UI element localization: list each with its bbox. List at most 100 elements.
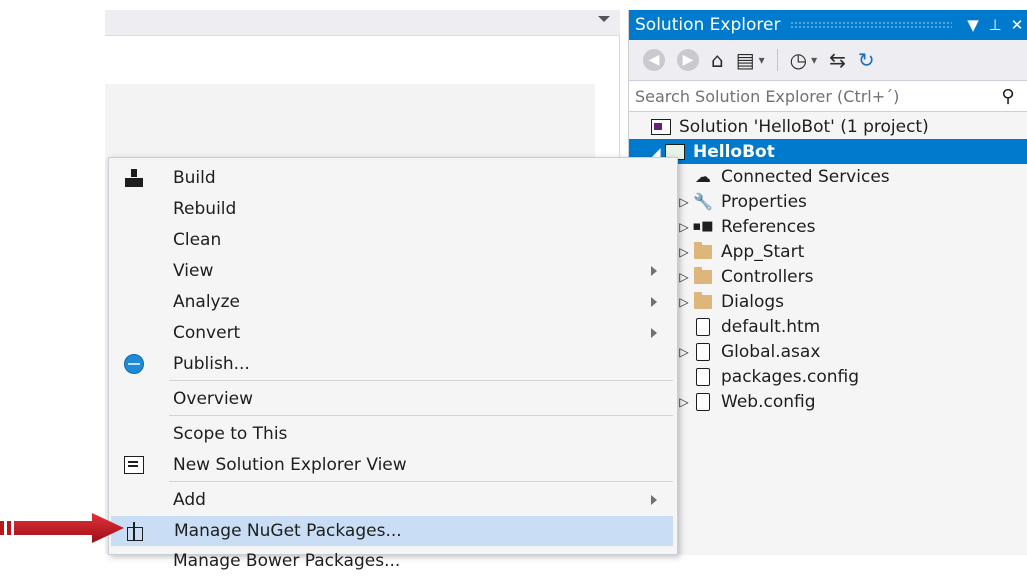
menu-item-label: Manage NuGet Packages...	[174, 521, 402, 541]
search-icon[interactable]: ⚲	[988, 86, 1027, 107]
expand-icon[interactable]: ▷	[677, 245, 691, 259]
tree-item-properties[interactable]: ▷ 🔧 Properties	[677, 189, 807, 214]
menu-item-publish[interactable]: Publish...	[109, 349, 675, 379]
tree-item-app-start[interactable]: ▷ App_Start	[677, 239, 804, 264]
menu-item-view[interactable]: View	[109, 256, 675, 286]
solution-explorer-search: ⚲	[629, 80, 1027, 112]
menu-separator	[169, 481, 673, 482]
connected-services-icon: ☁	[695, 167, 711, 186]
titlebar-grip[interactable]	[790, 21, 952, 29]
menu-item-clean[interactable]: Clean	[109, 225, 675, 255]
menu-item-add[interactable]: Add	[109, 485, 675, 515]
tree-item-global-asax[interactable]: ▷ Global.asax	[677, 339, 820, 364]
menu-item-label: Convert	[173, 323, 241, 343]
menu-item-manage-bower-packages[interactable]: Manage Bower Packages...	[109, 546, 675, 576]
tree-item-label: Properties	[721, 191, 807, 212]
menu-item-label: View	[173, 261, 214, 281]
tree-item-label: App_Start	[721, 241, 805, 262]
tree-item-packages-config[interactable]: packages.config	[677, 364, 859, 389]
pin-icon[interactable]: ⊥	[984, 16, 1006, 34]
menu-item-overview[interactable]: Overview	[109, 384, 675, 414]
annotation-arrow-icon	[0, 513, 124, 543]
tree-item-dialogs[interactable]: ▷ Dialogs	[677, 289, 784, 314]
new-view-icon	[121, 453, 147, 477]
menu-item-scope-to-this[interactable]: Scope to This	[109, 419, 675, 449]
tree-item-controllers[interactable]: ▷ Controllers	[677, 264, 813, 289]
menu-item-label: Build	[173, 168, 216, 188]
filter-dropdown-icon[interactable]: ▾	[811, 53, 817, 67]
tree-item-label: default.htm	[721, 316, 821, 337]
menu-item-label: Analyze	[173, 292, 240, 312]
menu-item-rebuild[interactable]: Rebuild	[109, 194, 675, 224]
wrench-icon: 🔧	[693, 192, 713, 211]
submenu-arrow-icon	[651, 297, 657, 307]
submenu-arrow-icon	[651, 495, 657, 505]
editor-tab-bar	[105, 10, 620, 36]
back-icon[interactable]: ◀	[643, 49, 665, 71]
solution-explorer-title: Solution Explorer	[635, 15, 781, 35]
tree-item-label: HelloBot	[693, 141, 775, 162]
sync-active-document-icon[interactable]: ⇆	[829, 48, 846, 72]
menu-item-label: Rebuild	[173, 199, 237, 219]
config-file-icon	[691, 392, 715, 412]
menu-item-label: Add	[173, 490, 206, 510]
tree-item-default-htm[interactable]: default.htm	[677, 314, 820, 339]
menu-item-label: Scope to This	[173, 424, 288, 444]
solution-icon	[649, 117, 673, 137]
toolbar-separator	[776, 49, 778, 71]
tree-item-connected-services[interactable]: ☁ Connected Services	[677, 164, 890, 189]
expand-icon[interactable]: ▷	[677, 220, 691, 234]
references-icon: ▪■	[692, 219, 714, 234]
solution-explorer-toolbar: ◀ ▶ ⌂ ▤ ▾ ◷ ▾ ⇆ ↻	[629, 40, 1027, 80]
tree-item-label: Web.config	[721, 391, 816, 412]
tree-item-label: packages.config	[721, 366, 860, 387]
tree-item-label: Dialogs	[721, 291, 785, 312]
solution-explorer-panel: Solution Explorer ▼ ⊥ ✕ ◀ ▶ ⌂ ▤ ▾ ◷ ▾ ⇆ …	[628, 10, 1027, 555]
left-gutter	[0, 0, 105, 555]
tree-item-label: References	[721, 216, 816, 237]
window-dropdown-icon[interactable]: ▼	[962, 16, 984, 34]
config-file-icon	[691, 367, 715, 387]
solution-explorer-titlebar: Solution Explorer ▼ ⊥ ✕	[629, 10, 1027, 40]
menu-item-label: Publish...	[173, 354, 250, 374]
tree-item-references[interactable]: ▷ ▪■ References	[677, 214, 815, 239]
folder-icon	[691, 291, 715, 312]
close-icon[interactable]: ✕	[1006, 16, 1027, 34]
tree-item-label: Connected Services	[721, 166, 890, 187]
refresh-icon[interactable]: ↻	[858, 48, 875, 72]
html-file-icon	[691, 317, 715, 337]
menu-item-convert[interactable]: Convert	[109, 318, 675, 348]
tree-item-label: Global.asax	[721, 341, 821, 362]
tree-item-solution[interactable]: Solution 'HelloBot' (1 project)	[649, 114, 929, 139]
expand-icon[interactable]: ▷	[677, 270, 691, 284]
pending-changes-filter-icon[interactable]: ◷	[790, 48, 807, 72]
tab-dropdown-icon[interactable]	[598, 16, 610, 22]
submenu-arrow-icon	[651, 328, 657, 338]
menu-item-build[interactable]: Build	[109, 163, 675, 193]
menu-separator	[169, 380, 673, 381]
expand-icon[interactable]: ▷	[677, 345, 691, 359]
asax-file-icon	[691, 342, 715, 362]
menu-item-label: New Solution Explorer View	[173, 455, 407, 475]
switch-views-dropdown-icon[interactable]: ▾	[759, 53, 765, 67]
menu-item-label: Clean	[173, 230, 222, 250]
tree-item-web-config[interactable]: ▷ Web.config	[677, 389, 816, 414]
switch-views-icon[interactable]: ▤	[736, 48, 755, 72]
menu-item-analyze[interactable]: Analyze	[109, 287, 675, 317]
tree-item-label: Controllers	[721, 266, 814, 287]
expand-icon[interactable]: ▷	[677, 395, 691, 409]
menu-item-new-solution-explorer-view[interactable]: New Solution Explorer View	[109, 450, 675, 480]
build-icon	[121, 166, 147, 190]
menu-item-manage-nuget-packages[interactable]: Manage NuGet Packages...	[111, 516, 673, 546]
search-input[interactable]	[629, 82, 988, 110]
forward-icon[interactable]: ▶	[677, 49, 699, 71]
expand-icon[interactable]: ▷	[677, 295, 691, 309]
tree-item-project-hellobot[interactable]: ◢ HelloBot	[629, 139, 1027, 164]
menu-item-label: Manage Bower Packages...	[173, 551, 401, 571]
expand-icon[interactable]: ▷	[677, 195, 691, 209]
home-icon[interactable]: ⌂	[711, 48, 724, 72]
tree-item-label: Solution 'HelloBot' (1 project)	[679, 116, 929, 137]
menu-item-label: Overview	[173, 389, 254, 409]
project-context-menu: Build Rebuild Clean View Analyze Convert…	[108, 157, 678, 571]
submenu-arrow-icon	[651, 266, 657, 276]
